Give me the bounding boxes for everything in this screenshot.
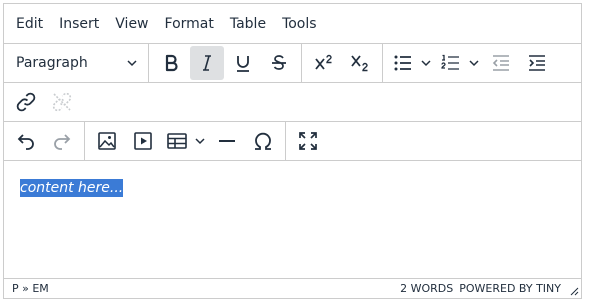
status-right: 2 WORDS POWERED BY TINY — [400, 282, 573, 295]
horizontal-line-icon — [219, 140, 235, 142]
toolbar-row-insert — [4, 122, 581, 161]
indent-button[interactable] — [520, 46, 554, 80]
toolbar-group-media — [85, 122, 286, 160]
numbered-list-dropdown[interactable] — [466, 57, 482, 69]
horizontal-rule-button[interactable] — [210, 124, 244, 158]
link-button[interactable] — [9, 85, 43, 119]
table-icon — [167, 133, 187, 149]
toolbar-group-lists — [383, 44, 559, 82]
unlink-button[interactable] — [45, 85, 79, 119]
superscript-icon — [315, 54, 332, 70]
italic-button[interactable] — [190, 46, 224, 80]
block-format-select[interactable]: Paragraph — [8, 46, 144, 80]
outdent-icon — [492, 55, 509, 71]
chevron-down-icon — [195, 138, 205, 145]
subscript-icon — [351, 55, 368, 72]
powered-by-link[interactable]: POWERED BY TINY — [459, 282, 561, 295]
toolbar-row-formatting: Paragraph — [4, 44, 581, 83]
resize-handle[interactable] — [569, 286, 579, 296]
media-button[interactable] — [126, 124, 160, 158]
special-character-button[interactable] — [246, 124, 280, 158]
rich-text-editor: Edit Insert View Format Table Tools Para… — [3, 3, 582, 299]
table-button[interactable] — [162, 124, 192, 158]
toolbar-group-blocks: Paragraph — [4, 44, 149, 82]
unlink-icon — [52, 92, 72, 112]
italic-icon — [203, 55, 211, 71]
strikethrough-icon — [272, 55, 286, 70]
numbered-list-icon — [441, 54, 459, 70]
redo-button[interactable] — [45, 124, 79, 158]
menubar: Edit Insert View Format Table Tools — [4, 4, 581, 44]
video-icon — [134, 132, 152, 150]
menu-tools[interactable]: Tools — [274, 9, 325, 39]
bold-button[interactable] — [154, 46, 188, 80]
image-button[interactable] — [90, 124, 124, 158]
bold-icon — [165, 54, 178, 72]
numbered-list-split-button[interactable] — [436, 46, 482, 80]
statusbar: P » EM 2 WORDS POWERED BY TINY — [4, 279, 581, 298]
menu-format[interactable]: Format — [157, 9, 222, 39]
chevron-down-icon — [127, 60, 137, 67]
menu-edit[interactable]: Edit — [8, 9, 51, 39]
menu-table[interactable]: Table — [222, 9, 274, 39]
resize-grip-icon — [570, 287, 579, 296]
fullscreen-icon — [299, 132, 317, 150]
image-icon — [98, 132, 116, 150]
link-icon — [16, 92, 36, 112]
selected-italic-text[interactable]: content here... — [20, 179, 124, 197]
menu-view[interactable]: View — [107, 9, 156, 39]
redo-icon — [54, 134, 71, 150]
table-dropdown[interactable] — [192, 135, 208, 147]
undo-icon — [17, 134, 34, 150]
toolbar-group-view — [286, 122, 330, 160]
toolbar-group-text-style — [149, 44, 302, 82]
underline-icon — [237, 56, 249, 72]
numbered-list-button[interactable] — [436, 46, 466, 80]
word-count[interactable]: 2 WORDS — [400, 282, 453, 295]
omega-icon — [255, 132, 271, 150]
menu-insert[interactable]: Insert — [51, 9, 107, 39]
superscript-button[interactable] — [307, 46, 341, 80]
chevron-down-icon — [469, 60, 479, 67]
element-path[interactable]: P » EM — [12, 282, 49, 295]
chevron-down-icon — [421, 60, 431, 67]
outdent-button[interactable] — [484, 46, 518, 80]
undo-button[interactable] — [9, 124, 43, 158]
table-split-button[interactable] — [162, 124, 208, 158]
toolbar-row-links — [4, 83, 581, 122]
fullscreen-button[interactable] — [291, 124, 325, 158]
strikethrough-button[interactable] — [262, 46, 296, 80]
bullet-list-split-button[interactable] — [388, 46, 434, 80]
indent-icon — [529, 55, 545, 71]
bullet-list-icon — [394, 55, 411, 71]
toolbar-group-history — [4, 122, 85, 160]
content-paragraph[interactable]: content here... — [20, 177, 565, 197]
toolbar-group-link — [4, 83, 84, 121]
block-format-value: Paragraph — [16, 55, 88, 71]
underline-button[interactable] — [226, 46, 260, 80]
bullet-list-button[interactable] — [388, 46, 418, 80]
editor-content-area[interactable]: content here... — [4, 161, 581, 279]
bullet-list-dropdown[interactable] — [418, 57, 434, 69]
toolbar-group-script — [302, 44, 383, 82]
subscript-button[interactable] — [343, 46, 377, 80]
